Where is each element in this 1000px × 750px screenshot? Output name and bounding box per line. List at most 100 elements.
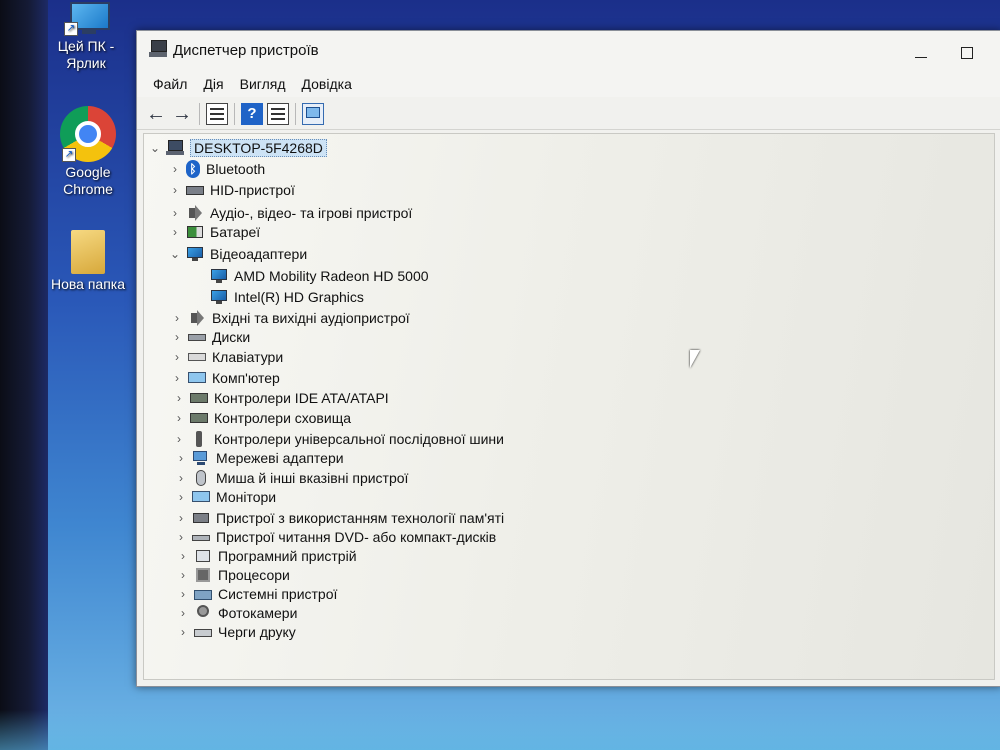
tree-item-usb[interactable]: › Контролери універсальної послідовної ш… — [172, 429, 504, 449]
tree-item-mice[interactable]: › Миша й інші вказівні пристрої — [174, 468, 408, 488]
tree-item-dvd[interactable]: › Пристрої читання DVD- або компакт-диск… — [174, 527, 496, 547]
menu-file[interactable]: Файл — [147, 74, 193, 94]
network-icon — [192, 450, 210, 466]
desktop-icon-label: Ярлик — [66, 55, 106, 71]
tree-root[interactable]: ⌄ DESKTOP-5F4268D — [148, 138, 327, 158]
scan-hardware-icon[interactable] — [302, 103, 324, 125]
chevron-right-icon[interactable]: › — [176, 568, 190, 582]
display-adapter-icon — [186, 246, 204, 262]
computer-icon — [188, 370, 206, 386]
chevron-right-icon[interactable]: › — [176, 549, 190, 563]
chevron-right-icon[interactable]: › — [172, 411, 186, 425]
monitor-icon — [192, 489, 210, 505]
tree-item-print-queues[interactable]: › Черги друку — [176, 622, 296, 642]
chevron-right-icon[interactable]: › — [174, 490, 188, 504]
view-list-icon[interactable] — [267, 103, 289, 125]
chevron-right-icon[interactable]: › — [176, 587, 190, 601]
chevron-right-icon[interactable]: › — [174, 471, 188, 485]
folder-icon — [71, 230, 105, 274]
tree-item-audio-io[interactable]: › Вхідні та вихідні аудіопристрої — [170, 308, 410, 328]
printer-icon — [194, 624, 212, 640]
tree-item-batteries[interactable]: › Батареї — [168, 222, 260, 242]
chevron-right-icon[interactable]: › — [170, 350, 184, 364]
disk-icon — [188, 329, 206, 345]
tree-item-processors[interactable]: › Процесори — [176, 565, 290, 585]
tree-item-storage[interactable]: › Контролери сховища — [172, 408, 351, 428]
help-icon[interactable]: ? — [241, 103, 263, 125]
menu-view[interactable]: Вигляд — [234, 74, 292, 94]
chevron-right-icon[interactable]: › — [168, 206, 182, 220]
tree-item-monitors[interactable]: › Монітори — [174, 487, 276, 507]
bluetooth-icon: ᛒ — [186, 160, 200, 178]
chevron-right-icon[interactable]: › — [168, 225, 182, 239]
chevron-right-icon[interactable]: › — [174, 511, 188, 525]
tree-item-software[interactable]: › Програмний пристрій — [176, 546, 357, 566]
chevron-right-icon[interactable]: › — [170, 330, 184, 344]
chevron-right-icon[interactable]: › — [174, 530, 188, 544]
cpu-icon — [194, 567, 212, 583]
shortcut-arrow-icon: ↗ — [62, 148, 76, 162]
tree-item-label: Миша й інші вказівні пристрої — [216, 470, 409, 486]
menu-bar: Файл Дія Вигляд Довідка — [137, 71, 1000, 97]
menu-help[interactable]: Довідка — [296, 74, 358, 94]
tree-item-label: Аудіо-, відео- та ігрові пристрої — [210, 205, 413, 221]
system-device-icon — [194, 586, 212, 602]
minimize-button[interactable] — [901, 39, 941, 67]
tree-item-display-adapters[interactable]: ⌄ Відеоадаптери — [168, 244, 307, 264]
chevron-right-icon[interactable]: › — [176, 625, 190, 639]
tree-item-system[interactable]: › Системні пристрої — [176, 584, 337, 604]
tree-child-amd[interactable]: AMD Mobility Radeon HD 5000 — [210, 266, 429, 286]
forward-arrow-icon[interactable]: → — [171, 103, 193, 125]
chevron-down-icon[interactable]: ⌄ — [148, 141, 162, 155]
keyboard-icon — [188, 349, 206, 365]
tree-item-label: Intel(R) HD Graphics — [234, 289, 364, 305]
chevron-right-icon[interactable]: › — [172, 432, 186, 446]
tree-item-cameras[interactable]: › Фотокамери — [176, 603, 297, 623]
desktop-icon-chrome[interactable]: ↗ Google Chrome — [46, 106, 130, 198]
properties-icon[interactable] — [206, 103, 228, 125]
tree-item-label: Контролери універсальної послідовної шин… — [214, 431, 504, 447]
chevron-right-icon[interactable]: › — [168, 183, 182, 197]
tree-item-computer[interactable]: › Комп'ютер — [170, 368, 280, 388]
shortcut-arrow-icon: ↗ — [64, 22, 78, 36]
chevron-down-icon[interactable]: ⌄ — [168, 247, 182, 261]
toolbar-separator — [295, 103, 296, 125]
tree-item-keyboards[interactable]: › Клавіатури — [170, 347, 283, 367]
tree-child-intel[interactable]: Intel(R) HD Graphics — [210, 287, 364, 307]
tree-item-bluetooth[interactable]: › ᛒ Bluetooth — [168, 159, 265, 179]
tree-item-label: Системні пристрої — [218, 586, 338, 602]
title-bar[interactable]: Диспетчер пристроїв — [137, 31, 1000, 71]
device-tree: ⌄ DESKTOP-5F4268D › ᛒ Bluetooth › HID-пр… — [143, 133, 995, 680]
audio-io-icon — [188, 310, 206, 326]
maximize-icon — [961, 47, 973, 59]
back-arrow-icon[interactable]: ← — [145, 103, 167, 125]
memory-icon — [192, 510, 210, 526]
tree-item-hid[interactable]: › HID-пристрої — [168, 180, 295, 200]
desktop-icon-this-pc[interactable]: ↗ Цей ПК - Ярлик — [44, 2, 128, 72]
tree-item-disks[interactable]: › Диски — [170, 327, 250, 347]
tree-item-ide[interactable]: › Контролери IDE ATA/ATAPI — [172, 388, 389, 408]
chevron-right-icon[interactable]: › — [172, 391, 186, 405]
storage-controller-icon — [190, 410, 208, 426]
tree-root-label: DESKTOP-5F4268D — [190, 139, 327, 157]
chevron-right-icon[interactable]: › — [176, 606, 190, 620]
tree-item-label: Пристрої з використанням технології пам'… — [216, 510, 505, 526]
tree-item-memory[interactable]: › Пристрої з використанням технології па… — [174, 508, 504, 528]
menu-action[interactable]: Дія — [197, 74, 229, 94]
chevron-right-icon[interactable]: › — [168, 162, 182, 176]
desktop-icon-new-folder[interactable]: Нова папка — [46, 230, 130, 293]
this-pc-icon: ↗ — [62, 2, 110, 36]
tree-item-label: Мережеві адаптери — [216, 450, 344, 466]
window-title: Диспетчер пристроїв — [173, 42, 319, 59]
maximize-button[interactable] — [947, 39, 987, 67]
chevron-right-icon[interactable]: › — [170, 311, 184, 325]
tree-item-network[interactable]: › Мережеві адаптери — [174, 448, 344, 468]
tree-item-audio[interactable]: › Аудіо-, відео- та ігрові пристрої — [168, 203, 412, 223]
chevron-right-icon[interactable]: › — [174, 451, 188, 465]
screen-bezel — [0, 0, 48, 750]
toolbar-separator — [199, 103, 200, 125]
computer-icon — [166, 140, 184, 156]
chevron-right-icon[interactable]: › — [170, 371, 184, 385]
battery-icon — [186, 224, 204, 240]
mouse-cursor-icon — [690, 350, 700, 368]
